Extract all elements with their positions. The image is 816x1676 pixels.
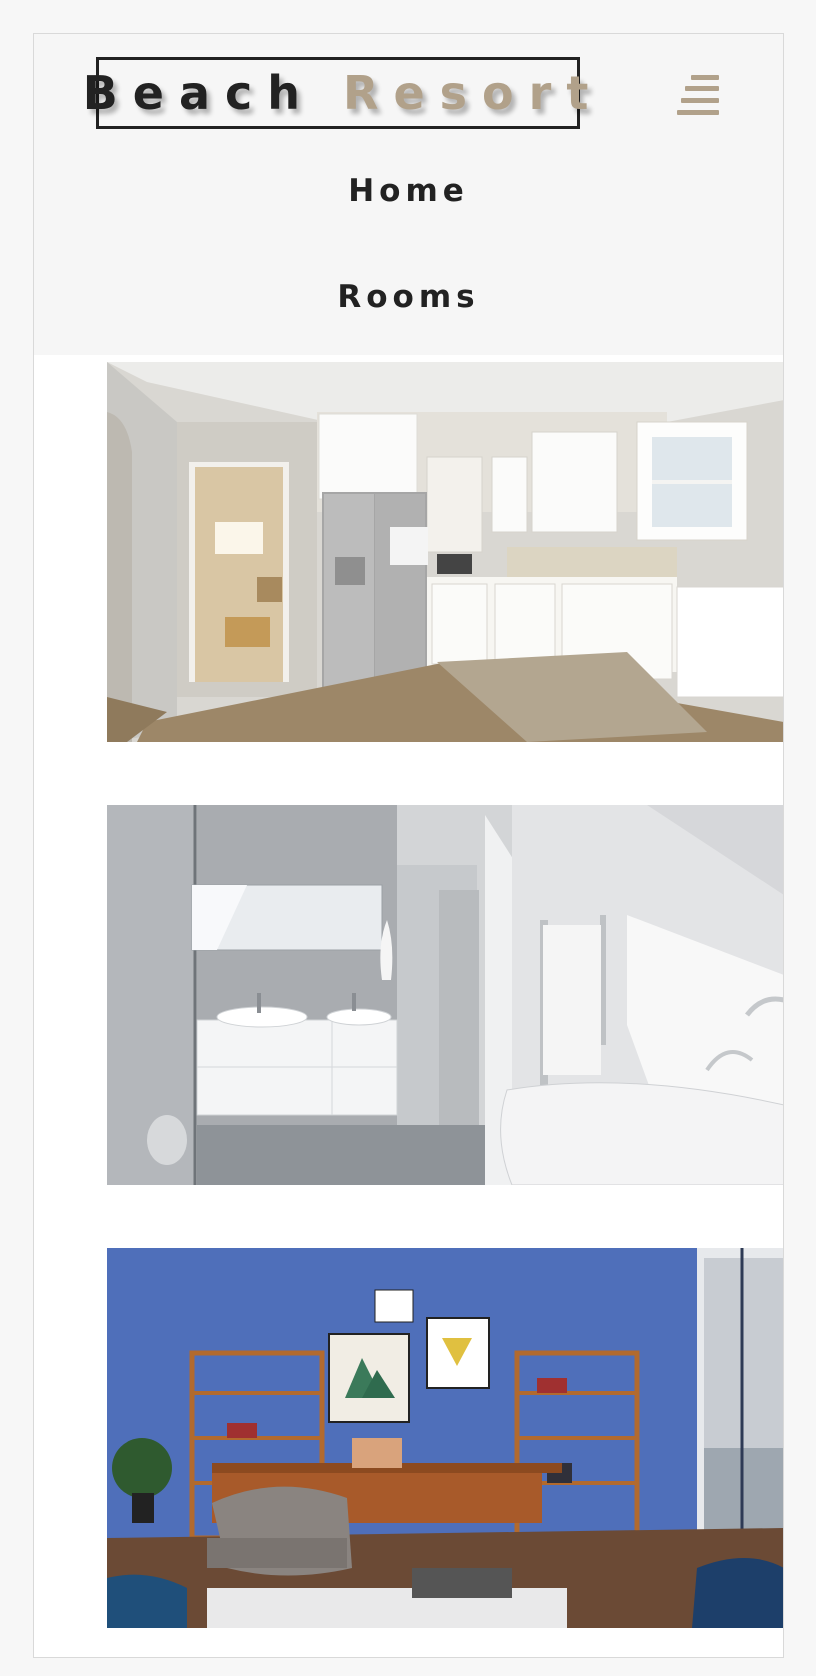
brand-word-beach: Beach: [82, 66, 316, 120]
room-image-kitchen[interactable]: [107, 362, 783, 742]
page-frame: Beach Resort Home Rooms: [33, 33, 784, 1658]
kitchen-photo: [107, 362, 783, 742]
brand-logo[interactable]: Beach Resort: [83, 57, 588, 129]
navbar: Beach Resort Home Rooms: [34, 34, 783, 355]
nav-link-home[interactable]: Home: [348, 176, 469, 207]
room-image-bathroom[interactable]: [107, 805, 783, 1185]
menu-bar: [685, 86, 719, 91]
menu-bar: [677, 110, 719, 115]
nav-item-home: Home: [34, 162, 783, 267]
nav-links: Home Rooms: [34, 162, 783, 372]
hamburger-menu-icon[interactable]: [677, 74, 719, 118]
nav-link-rooms[interactable]: Rooms: [337, 282, 479, 313]
bathroom-photo: [107, 805, 783, 1185]
room-image-living-room[interactable]: [107, 1248, 783, 1628]
nav-item-rooms: Rooms: [34, 267, 783, 372]
menu-bar: [691, 75, 719, 80]
living-room-photo: [107, 1248, 783, 1628]
menu-bar: [681, 98, 719, 103]
brand-word-resort: Resort: [343, 66, 604, 120]
